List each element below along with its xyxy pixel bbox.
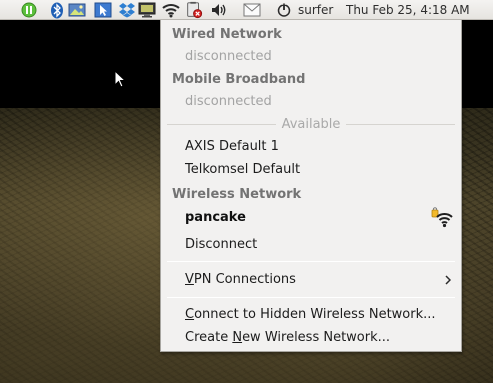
signal-strength-icon	[431, 207, 453, 228]
hidden-label-mnemonic: C	[185, 307, 195, 322]
mobile-connection-axis[interactable]: AXIS Default 1	[161, 136, 461, 158]
vpn-connections-item[interactable]: VPN Connections	[161, 269, 461, 291]
menu-separator	[167, 297, 455, 298]
create-label-mnemonic: N	[232, 330, 243, 345]
available-separator: Available	[167, 113, 455, 135]
volume-icon[interactable]	[210, 1, 228, 19]
bluetooth-icon[interactable]	[48, 1, 66, 19]
create-label-prefix: Create	[185, 330, 233, 345]
vpn-label-mnemonic: V	[185, 272, 194, 287]
mouse-pointer-icon	[114, 70, 126, 88]
wired-network-status: disconnected	[185, 49, 272, 64]
top-panel: surfer Thu Feb 25, 4:18 AM	[0, 0, 493, 20]
pause-icon[interactable]	[20, 1, 38, 19]
mail-icon[interactable]	[243, 1, 261, 19]
chevron-right-icon	[445, 275, 451, 285]
vpn-label-rest: PN Connections	[193, 272, 296, 287]
wifi-icon[interactable]	[162, 1, 180, 19]
separator-line	[167, 123, 276, 125]
create-label-rest: ew Wireless Network...	[242, 330, 391, 345]
network-name: pancake	[185, 210, 246, 225]
create-new-network-item[interactable]: Create New Wireless Network...	[161, 327, 461, 349]
image-viewer-icon[interactable]	[68, 1, 86, 19]
disconnect-item[interactable]: Disconnect	[161, 234, 461, 256]
mobile-broadband-header: Mobile Broadband	[172, 72, 306, 87]
network-menu: Wired Network disconnected Mobile Broadb…	[160, 20, 462, 352]
wired-network-header: Wired Network	[172, 27, 282, 42]
connect-hidden-network-item[interactable]: Connect to Hidden Wireless Network...	[161, 304, 461, 326]
available-label: Available	[281, 116, 341, 132]
power-icon[interactable]	[275, 1, 293, 19]
wireless-network-pancake[interactable]: pancake	[161, 207, 461, 229]
monitor-icon[interactable]	[138, 1, 156, 19]
separator-line	[346, 123, 455, 125]
mobile-broadband-status: disconnected	[185, 94, 272, 109]
wireless-network-header: Wireless Network	[172, 187, 302, 202]
dropbox-icon[interactable]	[118, 1, 136, 19]
pointer-tool-icon[interactable]	[94, 1, 112, 19]
menu-separator	[167, 261, 455, 262]
battery-critical-icon[interactable]	[185, 1, 203, 19]
clock[interactable]: Thu Feb 25, 4:18 AM	[346, 1, 470, 19]
username-label[interactable]: surfer	[298, 1, 333, 19]
hidden-label-rest: onnect to Hidden Wireless Network...	[194, 307, 436, 322]
mobile-connection-telkomsel[interactable]: Telkomsel Default	[161, 159, 461, 181]
